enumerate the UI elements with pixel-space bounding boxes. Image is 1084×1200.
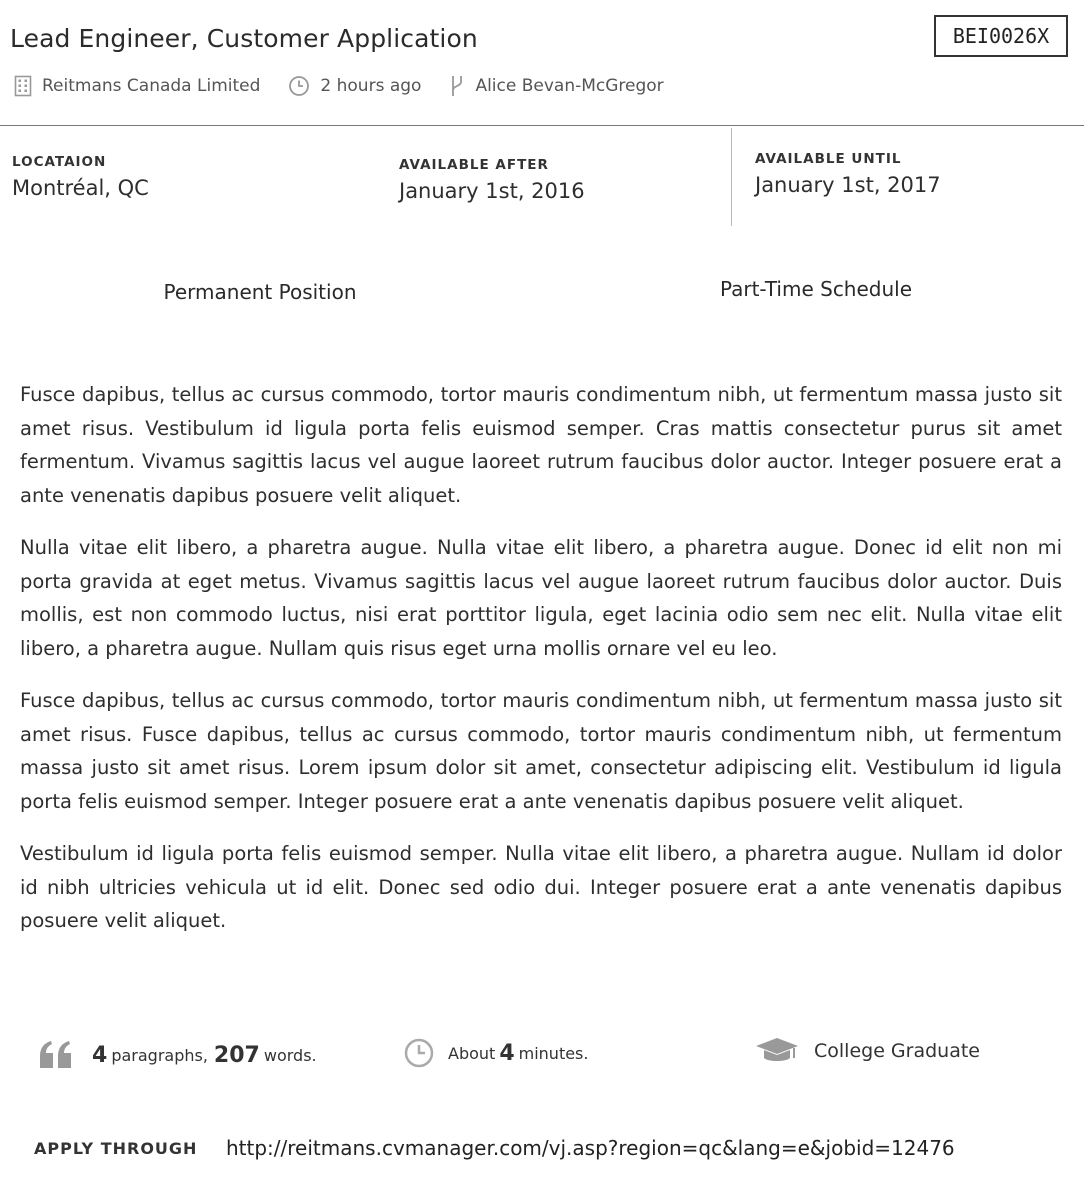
description-paragraph: Vestibulum id ligula porta felis euismod… (20, 842, 1062, 932)
length-stat: 4 paragraphs, 207 words. (38, 1040, 317, 1070)
words-word: words. (263, 1045, 317, 1065)
available-until-value: January 1st, 2017 (755, 173, 941, 197)
reference-code: BEI0026X (934, 15, 1068, 57)
job-posting: Lead Engineer, Customer Application BEI0… (0, 0, 1084, 1200)
location-detail: LOCATAION Montréal, QC (12, 154, 149, 200)
description-paragraph: Fusce dapibus, tellus ac cursus commodo,… (20, 689, 1062, 813)
apply-url-link[interactable]: http://reitmans.cvmanager.com/vj.asp?reg… (226, 1136, 955, 1160)
word-count: 207 (213, 1042, 260, 1068)
education-level: College Graduate (814, 1040, 980, 1062)
building-icon (14, 75, 32, 97)
position-type: Permanent Position (163, 280, 357, 304)
meta-row: Reitmans Canada Limited 2 hours ago Alic… (14, 74, 692, 98)
reading-suffix: minutes. (518, 1043, 589, 1063)
header-divider (0, 125, 1084, 126)
clock-icon (404, 1038, 434, 1068)
company-name: Reitmans Canada Limited (42, 76, 261, 96)
job-description: Fusce dapibus, tellus ac cursus commodo,… (20, 378, 1062, 957)
paragraph-count: 4 (92, 1042, 108, 1068)
clock-icon (289, 76, 310, 96)
details-divider (731, 128, 732, 226)
contact-meta: Alice Bevan-McGregor (449, 74, 664, 98)
stats-row: 4 paragraphs, 207 words. About 4 minutes… (38, 1036, 1048, 1076)
reading-prefix: About (448, 1043, 496, 1063)
job-title: Lead Engineer, Customer Application (10, 24, 478, 53)
available-until-label: AVAILABLE UNTIL (755, 151, 902, 167)
branch-icon (452, 76, 463, 96)
contact-name: Alice Bevan-McGregor (475, 76, 664, 96)
available-after-detail: AVAILABLE AFTER January 1st, 2016 (399, 157, 585, 203)
location-label: LOCATAION (12, 154, 107, 170)
company-meta: Reitmans Canada Limited (14, 75, 260, 97)
apply-row: APPLY THROUGH http://reitmans.cvmanager.… (34, 1136, 955, 1160)
quote-icon (40, 1041, 71, 1068)
posted-meta: 2 hours ago (288, 75, 421, 97)
reading-minutes: 4 (499, 1040, 515, 1066)
education-stat: College Graduate (754, 1036, 980, 1066)
available-after-value: January 1st, 2016 (399, 179, 585, 203)
paragraphs-word: paragraphs, (111, 1045, 208, 1065)
posted-time: 2 hours ago (320, 76, 422, 96)
available-after-label: AVAILABLE AFTER (399, 157, 549, 173)
reading-time-stat: About 4 minutes. (404, 1038, 588, 1068)
location-value: Montréal, QC (12, 176, 149, 200)
graduation-cap-icon (756, 1038, 798, 1061)
available-until-detail: AVAILABLE UNTIL January 1st, 2017 (755, 151, 941, 197)
position-schedule: Part-Time Schedule (719, 277, 913, 301)
description-paragraph: Nulla vitae elit libero, a pharetra augu… (20, 536, 1062, 660)
apply-label: APPLY THROUGH (34, 1138, 198, 1158)
description-paragraph: Fusce dapibus, tellus ac cursus commodo,… (20, 383, 1062, 507)
